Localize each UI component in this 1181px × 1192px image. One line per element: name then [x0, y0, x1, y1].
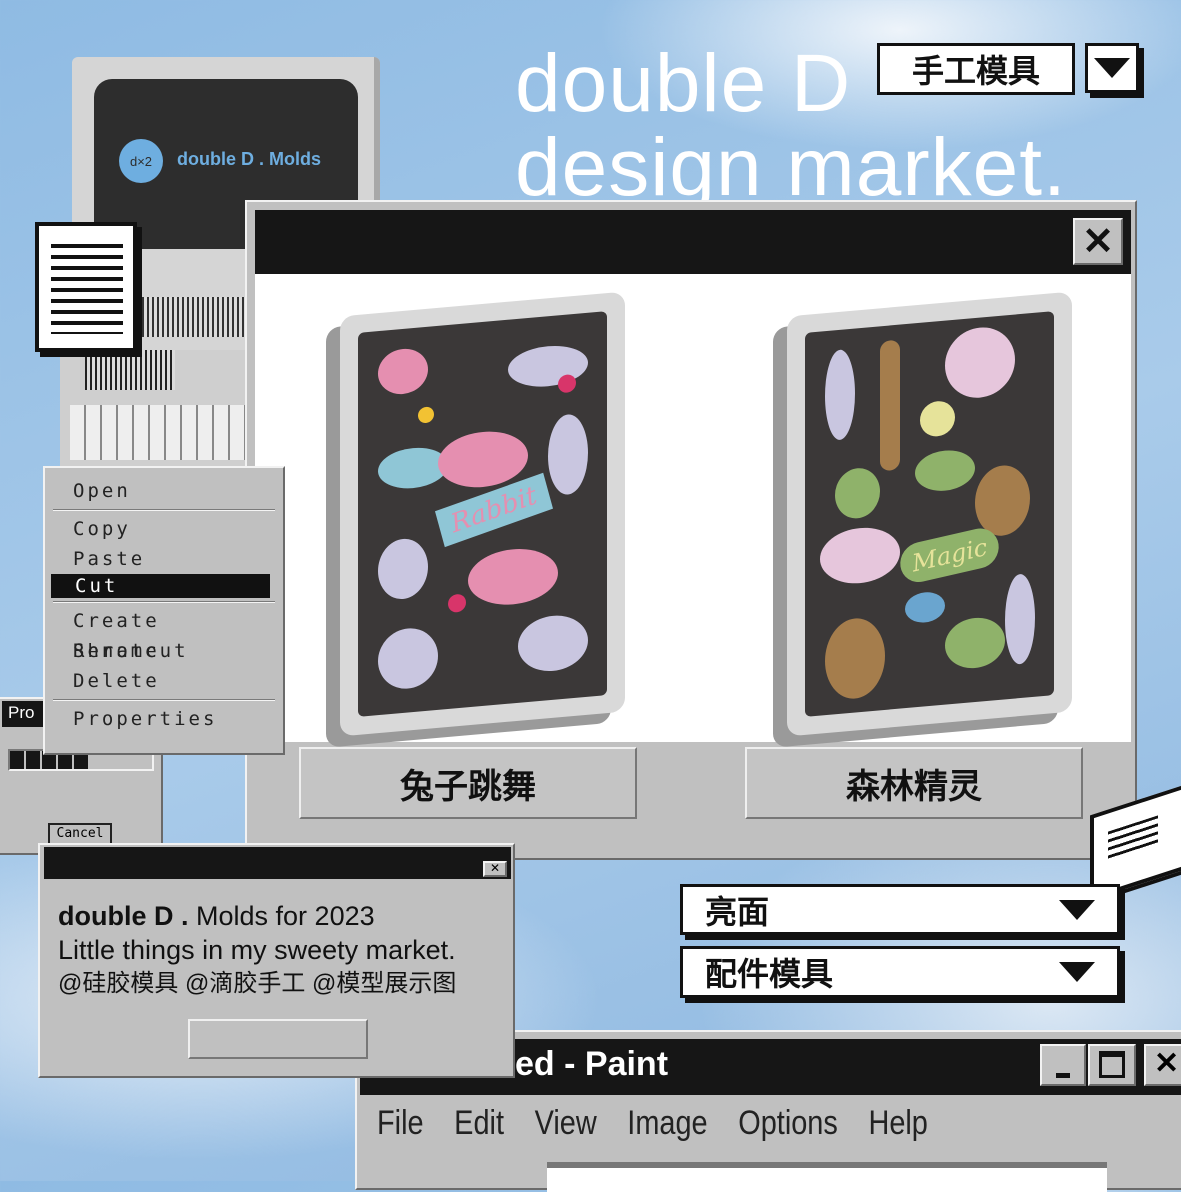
forest-artwork-text: Magic — [897, 524, 1002, 587]
cancel-button[interactable]: Cancel — [48, 823, 112, 845]
window-titlebar: ✕ — [255, 210, 1131, 274]
menu-item-open[interactable]: Open — [49, 476, 279, 506]
close-button[interactable]: ✕ — [1144, 1044, 1181, 1086]
computer-base — [60, 350, 250, 470]
info-dialog: ✕ double D . Molds for 2023 Little thing… — [38, 843, 515, 1078]
triangle-down-icon — [1059, 899, 1095, 920]
paint-title: ed - Paint — [515, 1045, 669, 1083]
logo-mark: d×2 — [119, 139, 163, 183]
product-preview-area: Rabbit Magic — [255, 274, 1131, 742]
menu-item-create-shortcut[interactable]: Create Shrotcut — [49, 606, 279, 662]
type-dropdown[interactable]: 配件模具 — [680, 946, 1120, 998]
product-image-rabbit[interactable]: Rabbit — [340, 291, 625, 737]
close-button[interactable]: ✕ — [1073, 218, 1123, 265]
product-button-rabbit[interactable]: 兔子跳舞 — [299, 747, 637, 819]
finish-dropdown[interactable]: 亮面 — [680, 884, 1120, 935]
brand-name: double D . — [58, 901, 189, 931]
minimize-button[interactable] — [1040, 1044, 1086, 1086]
info-line-2: Little things in my sweety market. — [58, 935, 456, 965]
keyboard — [70, 405, 245, 460]
menu-item-properties[interactable]: Properties — [49, 704, 279, 734]
menu-item-paste[interactable]: Paste — [49, 544, 279, 574]
info-dialog-titlebar: ✕ — [44, 847, 511, 879]
triangle-down-icon — [1094, 58, 1130, 78]
headline-line-2: design market. — [515, 126, 1067, 202]
product-name: 森林精灵 — [846, 767, 982, 806]
menu-file[interactable]: File — [377, 1104, 424, 1142]
menu-separator — [53, 601, 275, 603]
menu-help[interactable]: Help — [868, 1104, 927, 1142]
info-line-3: @硅胶模具 @滴胶手工 @模型展示图 — [58, 970, 457, 997]
menu-image[interactable]: Image — [627, 1104, 707, 1142]
menu-view[interactable]: View — [535, 1104, 597, 1142]
menu-item-cut[interactable]: Cut — [51, 574, 270, 598]
info-line-1: Molds for 2023 — [196, 901, 375, 931]
menu-options[interactable]: Options — [738, 1104, 838, 1142]
ok-button[interactable] — [188, 1019, 368, 1059]
menu-edit[interactable]: Edit — [454, 1104, 504, 1142]
context-menu: Open Copy Paste Cut Create Shrotcut Rena… — [43, 466, 285, 755]
category-dropdown-button[interactable] — [1085, 43, 1139, 93]
paint-menu-bar: File Edit View Image Options Help — [377, 1104, 958, 1143]
menu-item-delete[interactable]: Delete — [49, 666, 279, 696]
product-button-forest[interactable]: 森林精灵 — [745, 747, 1083, 819]
category-dropdown[interactable]: 手工模具 — [877, 43, 1075, 95]
logo-text: double D . Molds — [177, 149, 321, 169]
product-name: 兔子跳舞 — [400, 767, 536, 806]
document-icon[interactable] — [35, 222, 137, 352]
headline-line-1: double D — [515, 38, 852, 129]
paint-canvas[interactable] — [547, 1162, 1107, 1192]
close-icon[interactable]: ✕ — [483, 861, 507, 877]
maximize-button[interactable] — [1088, 1044, 1136, 1086]
close-icon: ✕ — [1082, 221, 1114, 263]
menu-separator — [53, 699, 275, 701]
menu-item-copy[interactable]: Copy — [49, 514, 279, 544]
info-text: double D . Molds for 2023 Little things … — [58, 899, 456, 1001]
menu-separator — [53, 509, 275, 511]
product-image-forest[interactable]: Magic — [787, 291, 1072, 737]
finish-value: 亮面 — [705, 893, 770, 930]
category-value: 手工模具 — [911, 53, 1040, 89]
product-window: ✕ Rabbit Magic 兔子跳舞 森林精灵 — [245, 200, 1137, 860]
type-value: 配件模具 — [705, 956, 834, 992]
triangle-down-icon — [1059, 962, 1095, 982]
